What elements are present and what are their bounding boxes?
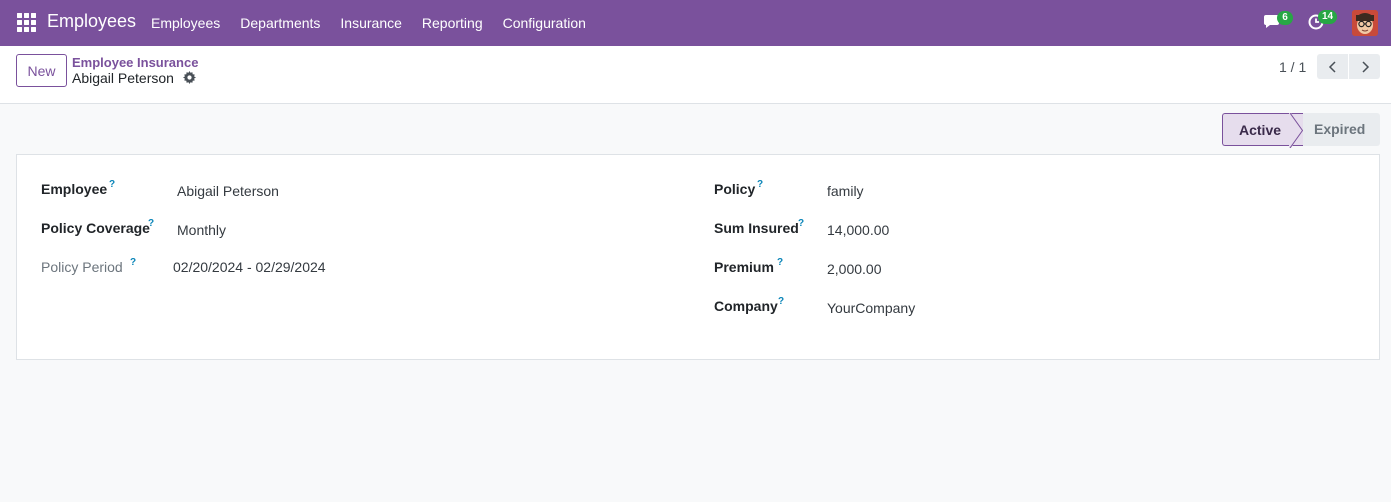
menu-item-configuration[interactable]: Configuration bbox=[493, 0, 596, 46]
policy-field[interactable]: family bbox=[827, 183, 864, 199]
control-panel: New Employee Insurance Abigail Peterson … bbox=[0, 46, 1391, 104]
policy-coverage-label: Policy Coverage bbox=[41, 220, 150, 236]
messages-badge: 6 bbox=[1277, 11, 1293, 25]
status-active-label: Active bbox=[1239, 122, 1282, 138]
apps-grid-icon[interactable] bbox=[17, 13, 36, 32]
avatar[interactable] bbox=[1352, 10, 1378, 36]
status-expired[interactable]: Expired bbox=[1303, 113, 1380, 146]
company-label: Company bbox=[714, 298, 778, 314]
policy-coverage-field[interactable]: Monthly bbox=[177, 222, 226, 238]
sum-insured-label: Sum Insured bbox=[714, 220, 799, 236]
premium-help-icon[interactable]: ? bbox=[777, 257, 783, 268]
menu-item-insurance[interactable]: Insurance bbox=[330, 0, 411, 46]
sum-insured-help-icon[interactable]: ? bbox=[798, 218, 804, 229]
company-help-icon[interactable]: ? bbox=[778, 296, 784, 307]
form-sheet: Employee ? Abigail Peterson Policy Cover… bbox=[16, 154, 1380, 360]
employee-field[interactable]: Abigail Peterson bbox=[177, 183, 279, 199]
company-field[interactable]: YourCompany bbox=[827, 300, 915, 316]
menu-item-departments[interactable]: Departments bbox=[230, 0, 330, 46]
breadcrumb-parent[interactable]: Employee Insurance bbox=[72, 55, 198, 70]
activities-badge: 14 bbox=[1318, 10, 1338, 24]
chevron-left-icon bbox=[1328, 60, 1336, 73]
new-button[interactable]: New bbox=[16, 54, 67, 87]
status-active[interactable]: Active bbox=[1222, 113, 1304, 148]
premium-label: Premium bbox=[714, 259, 774, 275]
menu-item-employees[interactable]: Employees bbox=[141, 0, 230, 46]
employee-help-icon[interactable]: ? bbox=[109, 179, 115, 190]
pager-previous-button[interactable] bbox=[1317, 54, 1348, 79]
policy-help-icon[interactable]: ? bbox=[757, 179, 763, 190]
policy-period-label: Policy Period bbox=[41, 259, 123, 275]
premium-field[interactable]: 2,000.00 bbox=[827, 261, 882, 277]
policy-period-field[interactable]: 02/20/2024 - 02/29/2024 bbox=[173, 259, 326, 275]
policy-period-help-icon[interactable]: ? bbox=[130, 257, 136, 268]
top-navbar: Employees Employees Departments Insuranc… bbox=[0, 0, 1391, 46]
main-menu: Employees Departments Insurance Reportin… bbox=[141, 0, 596, 46]
chevron-right-icon bbox=[1361, 60, 1369, 73]
sum-insured-field[interactable]: 14,000.00 bbox=[827, 222, 889, 238]
policy-label: Policy bbox=[714, 181, 756, 197]
pager-next-button[interactable] bbox=[1349, 54, 1380, 79]
app-title[interactable]: Employees bbox=[47, 11, 136, 32]
status-expired-label: Expired bbox=[1314, 121, 1366, 137]
policy-coverage-help-icon[interactable]: ? bbox=[148, 218, 154, 229]
pager-value[interactable]: 1 / 1 bbox=[1279, 59, 1306, 75]
gear-icon[interactable] bbox=[183, 71, 196, 89]
employee-label: Employee bbox=[41, 181, 108, 197]
breadcrumb-current: Abigail Peterson bbox=[72, 70, 174, 86]
menu-item-reporting[interactable]: Reporting bbox=[412, 0, 493, 46]
